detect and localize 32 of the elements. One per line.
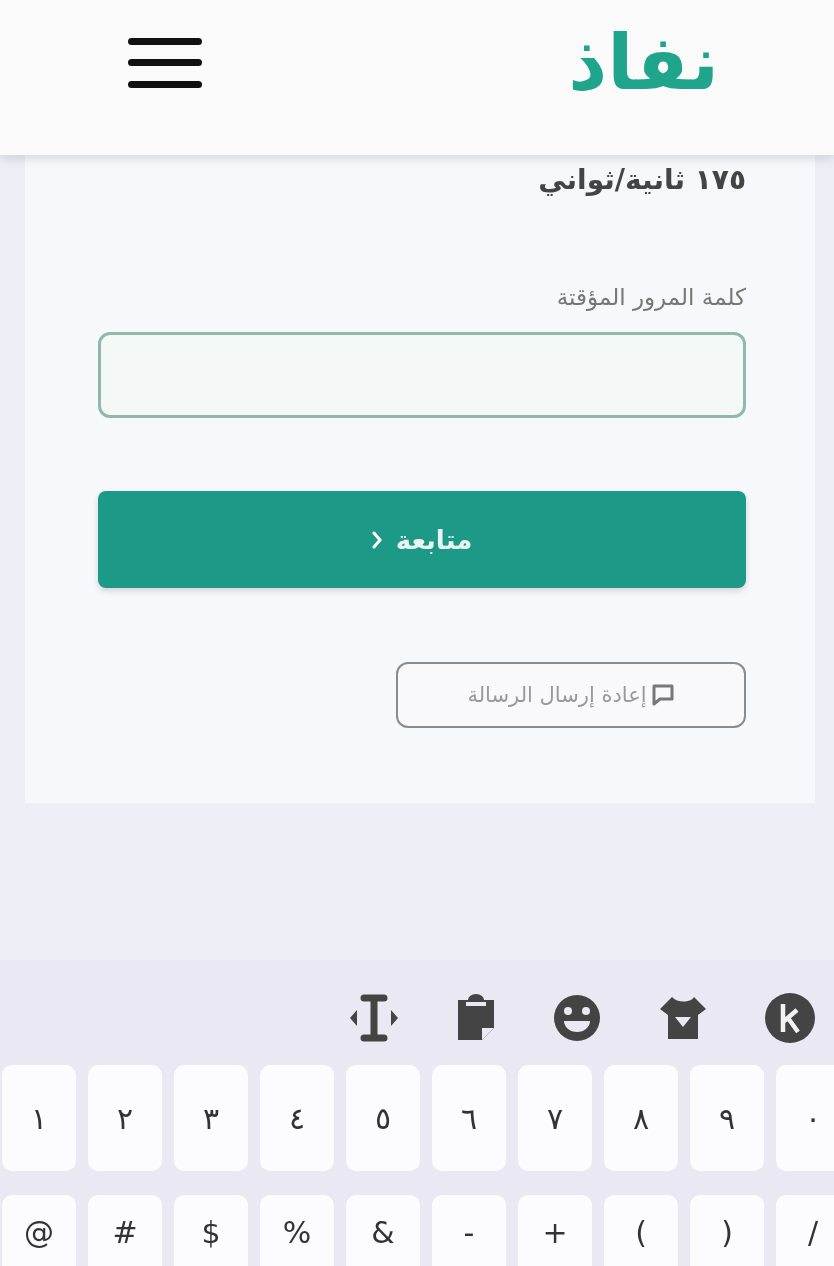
keyboard-key[interactable]: ٠ [776, 1065, 834, 1171]
keyboard-key[interactable]: ٨ [604, 1065, 678, 1171]
keyboard-key[interactable]: ٢ [88, 1065, 162, 1171]
logo: نفاذ [568, 24, 719, 101]
countdown-text: ١٧٥ ثانية/ثواني [538, 163, 746, 196]
keyboard-key[interactable]: / [776, 1195, 834, 1266]
chevron-icon [371, 530, 382, 549]
menu-icon[interactable] [128, 35, 202, 90]
keyboard-key[interactable]: ٣ [174, 1065, 248, 1171]
shirt-icon[interactable] [658, 994, 708, 1041]
keyboard-key[interactable]: ٩ [690, 1065, 764, 1171]
keyboard-key[interactable]: ٧ [518, 1065, 592, 1171]
keyboard-key[interactable]: + [518, 1195, 592, 1266]
field-label: كلمة المرور المؤقتة [556, 284, 746, 310]
keyboard-key[interactable]: ) [690, 1195, 764, 1266]
keyboard-key[interactable]: ٤ [260, 1065, 334, 1171]
clipboard-icon[interactable] [456, 993, 496, 1042]
cursor-icon[interactable] [348, 993, 400, 1042]
keyboard-key[interactable]: $ [174, 1195, 248, 1266]
keyboard-key[interactable]: ( [604, 1195, 678, 1266]
k-logo-icon[interactable] [764, 991, 816, 1044]
message-icon [650, 684, 675, 706]
emoji-icon[interactable] [552, 992, 602, 1043]
password-field[interactable] [98, 332, 746, 418]
keyboard-key[interactable]: ٦ [432, 1065, 506, 1171]
keyboard-key[interactable]: ١ [2, 1065, 76, 1171]
keyboard-key[interactable]: % [260, 1195, 334, 1266]
keyboard-key[interactable]: # [88, 1195, 162, 1266]
keyboard-key[interactable]: - [432, 1195, 506, 1266]
keyboard-key[interactable]: ٥ [346, 1065, 420, 1171]
keyboard-key[interactable]: @ [2, 1195, 76, 1266]
keyboard-key[interactable]: & [346, 1195, 420, 1266]
